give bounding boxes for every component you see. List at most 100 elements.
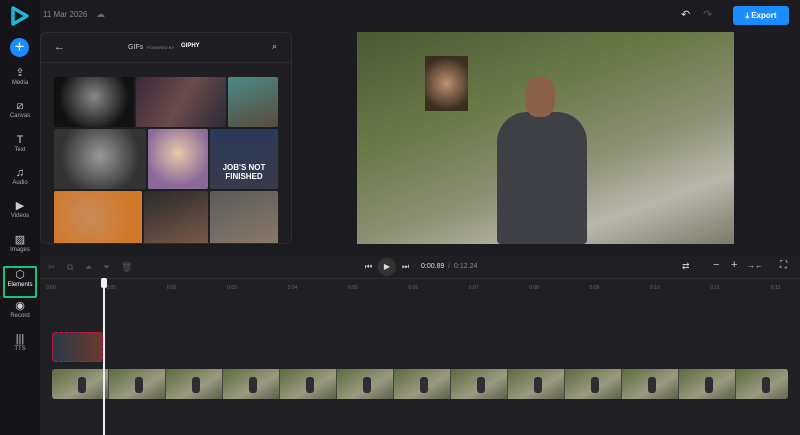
playhead[interactable]: [103, 278, 105, 435]
sidebar-item-record[interactable]: ◉ Record: [0, 299, 40, 331]
video-frame-thumbnail: [451, 369, 508, 399]
video-icon: ▶: [15, 200, 25, 213]
adjust-icon[interactable]: ⇄: [682, 261, 690, 272]
sidebar: + ⇪ Media ⧄ Canvas T Text ♫ Audio ▶ Videos ▨ Images…: [0, 0, 40, 435]
ruler-tick-label: 0:12: [770, 285, 781, 291]
ruler-tick-label: 0:04: [287, 285, 298, 291]
sidebar-item-label: Elements: [7, 281, 33, 288]
export-label: Export: [751, 11, 777, 20]
video-clip[interactable]: [52, 369, 788, 399]
add-button[interactable]: +: [10, 38, 29, 57]
sidebar-item-tts[interactable]: ||| TTS: [0, 332, 40, 364]
sidebar-item-label: Text: [14, 146, 26, 153]
video-frame-thumbnail: [166, 369, 223, 399]
person-figure: [497, 112, 587, 244]
fit-icon[interactable]: →←: [747, 261, 763, 270]
gif-thumbnail[interactable]: [210, 191, 278, 243]
video-preview-canvas[interactable]: [357, 32, 734, 244]
sidebar-item-label: TTS: [14, 346, 26, 353]
video-frame-thumbnail: [280, 369, 337, 399]
video-frame-thumbnail: [508, 369, 565, 399]
sidebar-item-label: Images: [10, 246, 30, 253]
ruler-tick-label: 0:02: [166, 285, 177, 291]
gif-thumbnail[interactable]: [144, 191, 208, 243]
sidebar-item-audio[interactable]: ♫ Audio: [0, 166, 40, 198]
current-time: 0:00.89: [421, 263, 445, 270]
cloud-saved-icon: ☁: [96, 9, 105, 19]
ruler-tick-label: 0:10: [650, 285, 660, 291]
back-arrow-icon[interactable]: ←: [54, 41, 65, 53]
fullscreen-icon[interactable]: ⛶: [780, 260, 787, 271]
ruler-tick-label: 0:05: [348, 285, 358, 291]
ruler-tick-label: 0:07: [468, 285, 479, 291]
gif-thumbnail[interactable]: JOB'S NOT FINISHED: [210, 129, 278, 189]
zoom-out-icon[interactable]: −: [713, 259, 719, 271]
divider: [40, 278, 800, 279]
sidebar-item-label: Canvas: [9, 113, 31, 120]
ruler-tick-label: 0:06: [408, 285, 419, 291]
ruler-tick-label: 0:00: [46, 285, 56, 291]
project-date: 11 Mar 2026: [43, 10, 88, 19]
record-icon: ◉: [15, 300, 25, 313]
gif-thumbnail[interactable]: [228, 77, 278, 127]
time-separator: /: [448, 263, 450, 270]
gif-panel-title: GIFs: [128, 44, 144, 51]
move-up-icon[interactable]: ⏶: [85, 262, 92, 273]
gif-sticker-clip[interactable]: [52, 332, 103, 362]
gif-thumbnail[interactable]: [54, 77, 134, 127]
video-frame-thumbnail: [223, 369, 280, 399]
trash-icon[interactable]: 🗑: [121, 262, 132, 273]
video-frame-thumbnail: [679, 369, 736, 399]
sidebar-item-canvas[interactable]: ⧄ Canvas: [0, 99, 40, 131]
video-frame-thumbnail: [736, 369, 788, 399]
playhead-handle[interactable]: [101, 278, 107, 288]
sidebar-item-media[interactable]: ⇪ Media: [0, 66, 40, 98]
shapes-icon: ⬡: [15, 268, 25, 281]
gif-sticker-overlay[interactable]: [425, 56, 468, 111]
skip-back-icon[interactable]: ⏮: [365, 262, 372, 272]
video-frame-thumbnail: [109, 369, 166, 399]
search-icon[interactable]: ⌕: [272, 41, 277, 52]
gif-thumbnail[interactable]: [136, 77, 226, 127]
sidebar-item-videos[interactable]: ▶ Videos: [0, 199, 40, 231]
powered-by-label: POWERED BY: [147, 45, 175, 50]
app-logo[interactable]: [11, 6, 29, 26]
ruler-tick-label: 0:01: [106, 285, 117, 291]
ruler-tick-label: 0:11: [710, 285, 720, 291]
skip-forward-icon[interactable]: ⏭: [402, 262, 409, 272]
sidebar-item-images[interactable]: ▨ Images: [0, 233, 40, 265]
scissors-icon[interactable]: ✂: [48, 262, 56, 273]
text-icon: T: [16, 133, 24, 146]
ruler-tick-label: 0:09: [589, 285, 600, 291]
move-down-icon[interactable]: ⏷: [103, 262, 110, 273]
sidebar-item-elements[interactable]: ⬡ Elements: [3, 265, 37, 298]
sidebar-item-label: Media: [11, 80, 29, 86]
ruler-tick-label: 0:03: [227, 285, 237, 291]
sidebar-item-label: Audio: [12, 179, 28, 186]
gif-thumbnail[interactable]: [54, 191, 142, 243]
music-note-icon: ♫: [15, 166, 25, 179]
video-frame-thumbnail: [52, 369, 109, 399]
duplicate-icon[interactable]: ⧉: [67, 262, 73, 273]
zoom-in-icon[interactable]: +: [731, 259, 737, 271]
gif-thumbnail[interactable]: [54, 129, 146, 189]
ruler-tick-label: 0:08: [529, 285, 539, 291]
waveform-icon: |||: [15, 333, 25, 346]
play-button[interactable]: ▶: [378, 258, 396, 276]
gif-thumbnail[interactable]: [148, 129, 208, 189]
timeline-panel: ✂ ⧉ ⏶ ⏷ 🗑 ⏮ ▶ ⏭ 0:00.89 / 0:12.24 ⇄ − + …: [40, 256, 800, 435]
export-button[interactable]: ⤓ Export: [733, 6, 789, 25]
video-frame-thumbnail: [394, 369, 451, 399]
undo-icon[interactable]: ↶: [681, 8, 690, 21]
gif-panel-header: ← GIFs POWERED BY GIPHY ⌕: [41, 33, 291, 63]
redo-icon[interactable]: ↷: [703, 8, 712, 21]
sidebar-item-label: Record: [10, 313, 30, 320]
canvas-icon: ⧄: [16, 100, 24, 113]
video-frame-thumbnail: [337, 369, 394, 399]
sidebar-item-text[interactable]: T Text: [0, 133, 40, 165]
gif-panel: ← GIFs POWERED BY GIPHY ⌕ JOB'S NOT FINI…: [40, 32, 292, 244]
giphy-logo: GIPHY: [181, 43, 200, 49]
total-time: 0:12.24: [454, 263, 478, 270]
image-icon: ▨: [14, 233, 26, 246]
video-frame-thumbnail: [622, 369, 679, 399]
